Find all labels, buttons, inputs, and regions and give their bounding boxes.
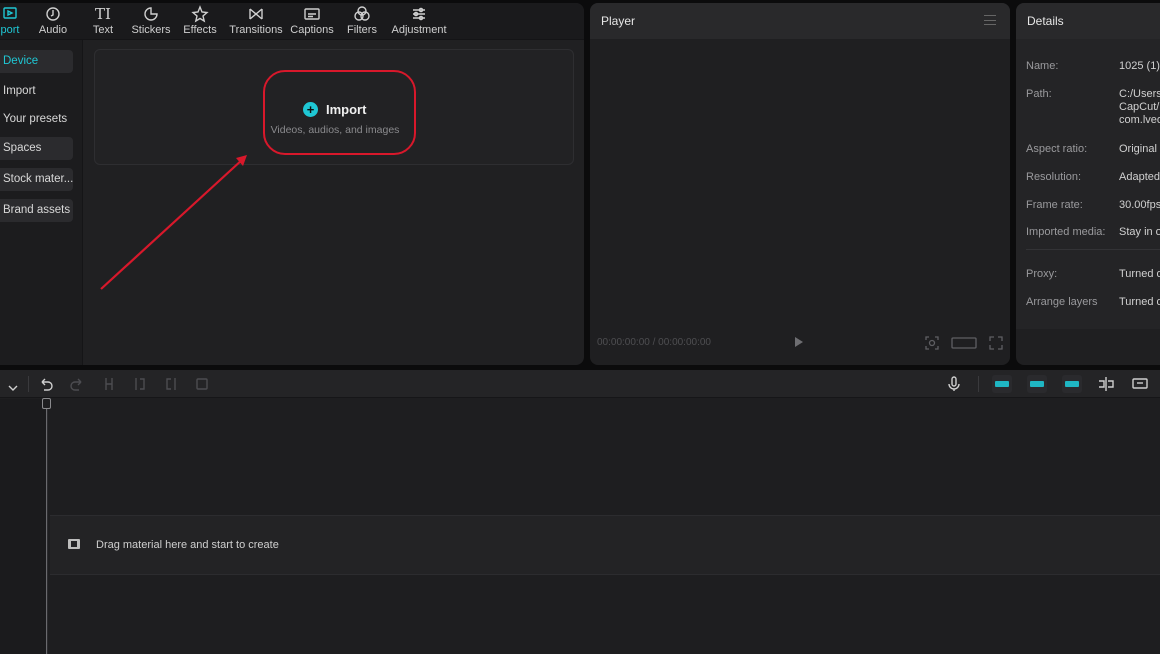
tab-import[interactable]: port — [0, 5, 24, 39]
details-title: Details — [1027, 14, 1064, 28]
player-title: Player — [601, 14, 636, 28]
filters-icon — [346, 5, 378, 23]
fullscreen-icon[interactable] — [988, 335, 1004, 356]
adjustment-icon — [390, 5, 448, 23]
captions-icon — [289, 5, 335, 23]
menu-icon[interactable] — [984, 15, 996, 25]
drag-hint: Drag material here and start to create — [96, 539, 279, 551]
detail-value: Turned o — [1119, 296, 1160, 308]
detail-value: 1025 (1) — [1119, 60, 1160, 72]
toolbar-divider — [28, 376, 29, 392]
main-track-magnet-icon[interactable] — [992, 375, 1012, 393]
toolbar-divider — [978, 376, 979, 392]
tab-filters[interactable]: Filters — [346, 5, 378, 39]
tab-stickers[interactable]: Stickers — [131, 5, 171, 39]
effects-icon — [183, 5, 217, 23]
linkage-icon[interactable] — [1062, 375, 1082, 393]
import-sidebar: Device Import Your presets Spaces Stock … — [0, 40, 83, 365]
redo-icon[interactable] — [69, 376, 85, 397]
detail-label: Arrange layers — [1026, 296, 1098, 308]
tab-text[interactable]: TI Text — [90, 5, 116, 39]
tab-effects[interactable]: Effects — [183, 5, 217, 39]
split-icon[interactable] — [101, 376, 117, 397]
media-panel: port Audio TI Text Stickers Effects Tran… — [0, 3, 584, 365]
tab-label: Filters — [347, 24, 377, 36]
detail-label: Frame rate: — [1026, 199, 1083, 211]
tab-label: Adjustment — [391, 24, 447, 36]
sidebar-item-import[interactable]: Import — [0, 80, 73, 103]
sidebar-item-brand-assets[interactable]: Brand assets — [0, 199, 73, 222]
annotation-arrow-icon — [100, 155, 247, 290]
delete-left-icon[interactable] — [132, 376, 148, 397]
tab-adjustment[interactable]: Adjustment — [390, 5, 448, 39]
audio-icon — [37, 5, 69, 23]
tab-label: port — [0, 24, 20, 36]
film-icon — [68, 539, 80, 549]
tab-label: Effects — [183, 24, 217, 36]
timeline-panel: Drag material here and start to create — [0, 370, 1160, 654]
detail-label: Aspect ratio: — [1026, 143, 1088, 155]
tab-label: Stickers — [131, 24, 171, 36]
sidebar-item-stock-material[interactable]: Stock mater... — [0, 168, 73, 191]
player-panel: Player 00:00:00:00 / 00:00:00:00 — [590, 3, 1010, 365]
main-track[interactable]: Drag material here and start to create — [50, 515, 1160, 575]
tab-transitions[interactable]: Transitions — [229, 5, 283, 39]
playhead[interactable] — [46, 399, 47, 654]
delete-right-icon[interactable] — [163, 376, 179, 397]
details-divider — [1026, 249, 1160, 250]
player-header: Player — [590, 3, 1010, 39]
details-body: Name: 1025 (1) Path: C:/Users/ CapCut/ c… — [1016, 39, 1160, 329]
media-toolbar: port Audio TI Text Stickers Effects Tran… — [0, 3, 584, 40]
tab-label: Captions — [290, 24, 334, 36]
detail-value: Turned o — [1119, 268, 1160, 280]
tab-captions[interactable]: Captions — [289, 5, 335, 39]
tab-label: Audio — [38, 24, 68, 36]
detail-value: 30.00fps — [1119, 199, 1160, 211]
ratio-icon[interactable] — [951, 335, 977, 356]
import-icon — [0, 5, 24, 23]
detail-value: Adapted — [1119, 171, 1160, 183]
tab-label: Transitions — [229, 24, 283, 36]
auto-snapping-icon[interactable] — [1027, 375, 1047, 393]
sidebar-item-spaces[interactable]: Spaces — [0, 137, 73, 160]
undo-icon[interactable] — [38, 376, 54, 397]
detail-value: Stay in o — [1119, 226, 1160, 238]
chevron-down-icon[interactable] — [8, 379, 18, 397]
text-icon: TI — [95, 5, 111, 23]
detail-label: Name: — [1026, 60, 1059, 72]
sidebar-item-device[interactable]: Device — [0, 50, 73, 73]
detail-label: Imported media: — [1026, 226, 1106, 238]
track-header-column — [0, 399, 48, 654]
player-timecode: 00:00:00:00 / 00:00:00:00 — [597, 337, 711, 348]
detail-label: Resolution: — [1026, 171, 1082, 183]
tab-audio[interactable]: Audio — [37, 5, 69, 39]
detail-value: Original — [1119, 143, 1157, 155]
zoom-icon[interactable] — [1132, 376, 1150, 397]
sidebar-item-your-presets[interactable]: Your presets — [0, 108, 73, 131]
stickers-icon — [131, 5, 171, 23]
detail-label: Path: — [1026, 88, 1052, 100]
preview-axis-icon[interactable] — [1097, 376, 1115, 397]
tab-label: Text — [92, 24, 114, 36]
highlight-circle — [263, 70, 416, 155]
details-header: Details — [1016, 3, 1160, 39]
microphone-icon[interactable] — [946, 376, 962, 397]
detail-label: Proxy: — [1026, 268, 1058, 280]
play-icon[interactable] — [795, 337, 803, 347]
detail-value: C:/Users/ CapCut/ com.lveo — [1119, 88, 1160, 126]
timeline-toolbar — [0, 370, 1160, 398]
delete-icon[interactable] — [194, 376, 210, 397]
playhead-handle[interactable] — [42, 398, 51, 409]
transitions-icon — [229, 5, 283, 23]
focus-icon[interactable] — [924, 335, 940, 356]
details-panel: Details Name: 1025 (1) Path: C:/Users/ C… — [1016, 3, 1160, 365]
